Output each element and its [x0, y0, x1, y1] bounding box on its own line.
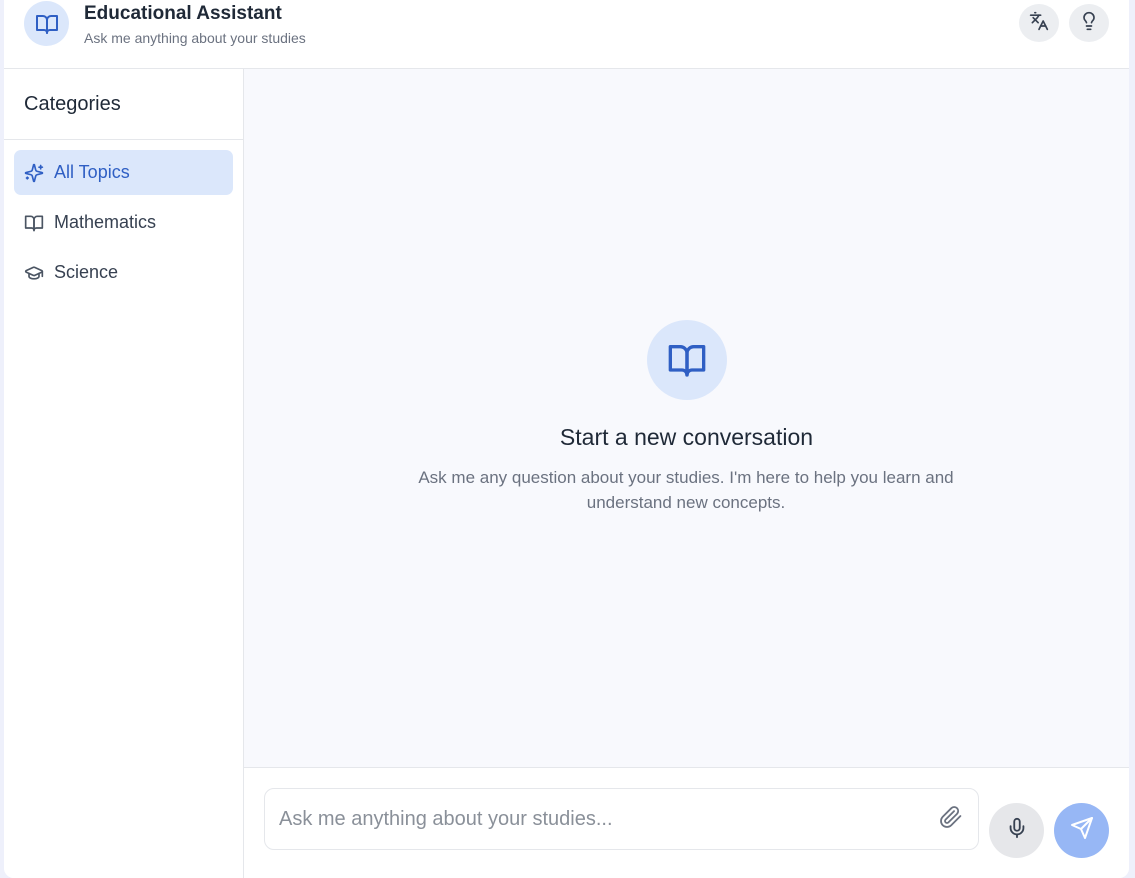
microphone-button[interactable] [989, 803, 1044, 858]
chat-input[interactable] [279, 789, 919, 849]
sidebar-divider [4, 139, 243, 140]
conversation-area: Start a new conversation Ask me any ques… [244, 69, 1129, 767]
sidebar: Categories All Topics Mathematics Scienc… [4, 69, 244, 878]
translate-icon [1029, 11, 1049, 36]
sparkles-icon [24, 163, 44, 183]
app-title: Educational Assistant [84, 3, 282, 24]
lightbulb-icon [1079, 11, 1099, 36]
sidebar-item-mathematics[interactable]: Mathematics [14, 200, 233, 245]
sidebar-title: Categories [24, 93, 121, 115]
paperclip-icon [939, 805, 963, 834]
app-subtitle: Ask me anything about your studies [84, 30, 306, 46]
attach-button[interactable] [936, 804, 966, 834]
send-icon [1070, 816, 1094, 845]
chat-input-container [264, 788, 979, 850]
book-icon [24, 213, 44, 233]
app-window: Educational Assistant Ask me anything ab… [4, 0, 1129, 878]
composer-bar [244, 767, 1129, 878]
header: Educational Assistant Ask me anything ab… [4, 0, 1129, 69]
book-open-icon [24, 1, 69, 46]
sidebar-item-science[interactable]: Science [14, 250, 233, 295]
book-open-icon [647, 320, 727, 400]
sidebar-item-label: Science [54, 262, 119, 282]
translate-button[interactable] [1019, 4, 1059, 42]
microphone-icon [1006, 817, 1028, 844]
empty-state-title: Start a new conversation [559, 424, 814, 450]
sidebar-item-label: Mathematics [54, 212, 157, 232]
send-button[interactable] [1054, 803, 1109, 858]
sidebar-item-label: All Topics [54, 162, 130, 182]
tips-button[interactable] [1069, 4, 1109, 42]
sidebar-item-all-topics[interactable]: All Topics [14, 150, 233, 195]
graduation-cap-icon [24, 263, 44, 283]
empty-state-description: Ask me any question about your studies. … [418, 468, 954, 512]
